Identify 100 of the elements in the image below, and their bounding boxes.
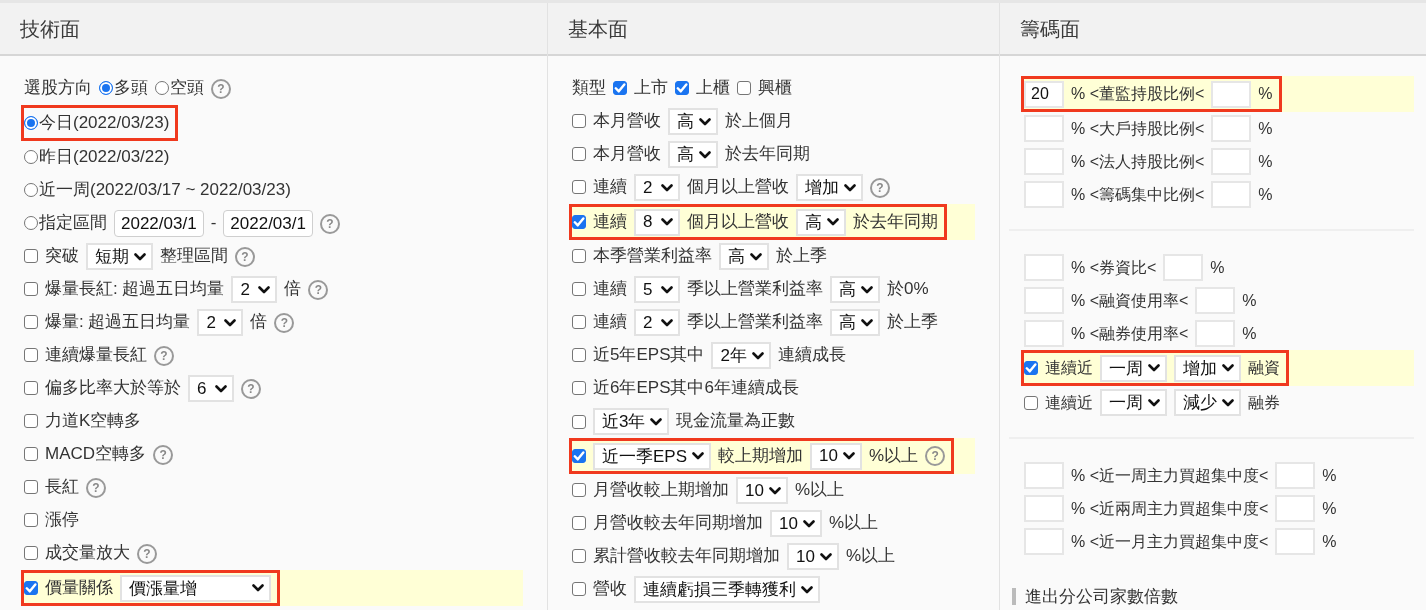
checkbox[interactable] [572,348,586,363]
help-icon[interactable]: ? [235,246,255,267]
checkbox[interactable] [24,348,38,363]
radio-button[interactable] [99,81,113,96]
dropdown[interactable]: 近3年 [593,408,670,435]
dropdown[interactable]: 增加 [1174,354,1241,382]
radio-button[interactable] [24,183,38,198]
help-icon[interactable]: ? [153,444,174,465]
input-field[interactable] [1024,320,1064,347]
checkbox[interactable] [24,513,38,528]
dropdown[interactable]: 10 [787,543,839,570]
checkbox[interactable] [572,549,586,564]
checkbox[interactable] [24,381,38,396]
help-icon[interactable]: ? [241,378,261,399]
dropdown[interactable]: 近一季EPS [593,442,712,470]
dropdown[interactable]: 高 [719,243,769,270]
help-icon[interactable]: ? [925,446,946,466]
help-icon[interactable]: ? [211,78,231,99]
input-field[interactable]: 20 [1024,80,1064,108]
input-field[interactable] [1024,254,1064,281]
radio-button[interactable] [24,216,38,231]
dropdown[interactable]: 2 [634,309,680,336]
checkbox[interactable] [572,180,586,195]
dropdown[interactable]: 高 [668,141,718,168]
input-field[interactable] [1024,462,1064,489]
checkbox[interactable] [572,215,586,229]
dropdown[interactable]: 高 [796,208,846,236]
checkbox[interactable] [737,81,751,96]
checkbox[interactable] [1024,361,1038,375]
checkbox[interactable] [572,249,586,264]
checkbox[interactable] [675,81,689,96]
checkbox[interactable] [572,449,586,463]
input-field[interactable] [1024,115,1064,142]
input-field[interactable] [1195,320,1236,347]
filter-label: 連續 [593,279,627,300]
checkbox[interactable] [24,414,38,429]
dropdown[interactable]: 2 [231,276,278,303]
dropdown[interactable]: 2 [197,309,244,336]
input-field[interactable] [1024,181,1064,208]
input-field[interactable] [1195,287,1236,314]
dropdown[interactable]: 10 [770,510,822,537]
input-field[interactable]: 2022/03/1 [223,210,313,237]
dropdown[interactable]: 高 [830,276,880,303]
dropdown[interactable]: 8 [634,208,680,236]
dropdown[interactable]: 短期 [86,243,153,270]
filter-label: 近6年EPS其中6年連續成長 [593,378,799,399]
checkbox[interactable] [613,81,627,96]
checkbox[interactable] [572,114,586,129]
input-field[interactable] [1024,287,1064,314]
input-field[interactable] [1024,148,1064,175]
checkbox[interactable] [24,249,38,264]
dropdown[interactable]: 一周 [1100,354,1167,382]
help-icon[interactable]: ? [137,543,157,564]
dropdown[interactable]: 2年 [711,342,771,369]
checkbox[interactable] [24,447,38,462]
checkbox[interactable] [572,315,586,330]
dropdown[interactable]: 5 [634,276,680,303]
input-field[interactable] [1024,528,1064,555]
input-field[interactable] [1211,148,1252,175]
input-field[interactable] [1024,495,1064,522]
dropdown[interactable]: 減少 [1174,389,1241,416]
dropdown[interactable]: 10 [736,477,788,504]
checkbox[interactable] [572,381,586,396]
help-icon[interactable]: ? [870,177,890,198]
dropdown[interactable]: 2 [634,174,680,201]
radio-button[interactable] [24,116,38,130]
dropdown[interactable]: 一周 [1100,389,1167,416]
help-icon[interactable]: ? [154,345,174,366]
checkbox[interactable] [24,546,38,561]
checkbox[interactable] [24,581,38,595]
checkbox[interactable] [1024,395,1038,410]
input-field[interactable] [1275,495,1316,522]
checkbox[interactable] [572,516,586,531]
dropdown[interactable]: 增加 [796,174,863,201]
radio-button[interactable] [155,81,169,96]
checkbox[interactable] [572,282,586,297]
checkbox[interactable] [572,147,586,162]
checkbox[interactable] [572,582,586,597]
checkbox[interactable] [24,315,38,330]
dropdown[interactable]: 高 [830,309,880,336]
checkbox[interactable] [572,483,586,498]
input-field[interactable] [1163,254,1204,281]
dropdown[interactable]: 6 [188,375,234,402]
input-field[interactable] [1211,115,1252,142]
help-icon[interactable]: ? [86,477,106,498]
input-field[interactable] [1275,528,1316,555]
checkbox[interactable] [24,480,38,495]
input-field[interactable]: 2022/03/1 [114,210,204,237]
filter-label: 融資 [1248,358,1280,378]
input-field[interactable] [1275,462,1316,489]
checkbox[interactable] [572,414,586,429]
input-field[interactable] [1211,181,1252,208]
radio-button[interactable] [24,150,38,165]
dropdown[interactable]: 高 [668,108,718,135]
checkbox[interactable] [24,282,38,297]
dropdown[interactable]: 連續虧損三季轉獲利 [634,576,820,603]
help-icon[interactable]: ? [319,213,340,234]
dropdown[interactable]: 10 [810,442,862,470]
input-field[interactable] [1211,80,1252,108]
dropdown[interactable]: 價漲量增 [120,574,271,602]
